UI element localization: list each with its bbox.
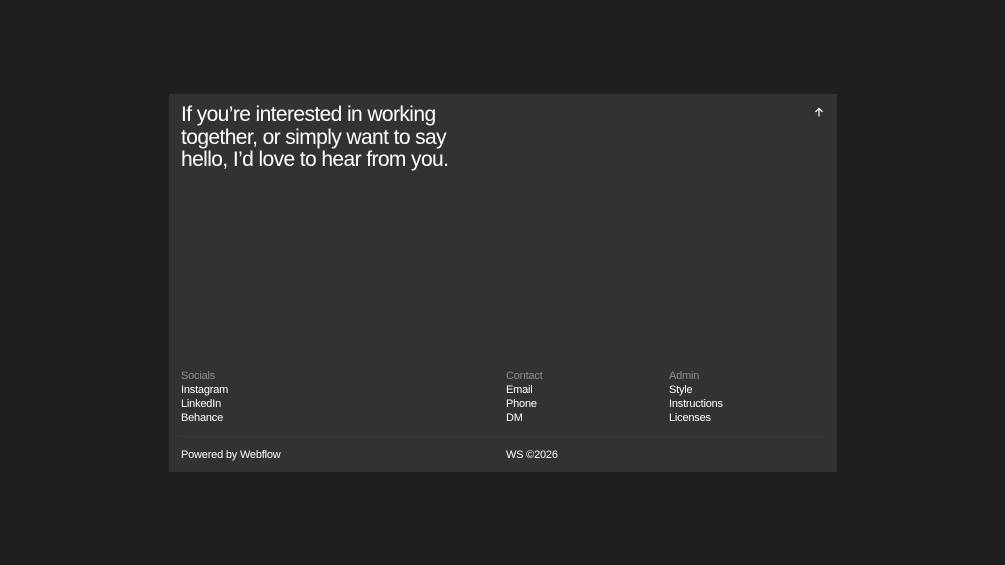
powered-by-webflow-link[interactable]: Powered by Webflow — [181, 448, 281, 462]
copyright-text: WS ©2026 — [506, 449, 558, 461]
admin-column: Admin Style Instructions Licenses — [669, 369, 723, 425]
footer-panel: If you’re interested in working together… — [169, 94, 837, 472]
linkedin-link[interactable]: LinkedIn — [181, 397, 228, 411]
admin-heading: Admin — [669, 370, 700, 382]
style-link[interactable]: Style — [669, 383, 723, 397]
back-to-top-button[interactable] — [811, 104, 827, 120]
contact-heading: Contact — [506, 370, 543, 382]
behance-link[interactable]: Behance — [181, 411, 228, 425]
footer-divider — [181, 436, 825, 437]
contact-column: Contact Email Phone DM — [506, 369, 543, 425]
contact-headline: If you’re interested in working together… — [181, 103, 449, 171]
phone-link[interactable]: Phone — [506, 397, 543, 411]
licenses-link[interactable]: Licenses — [669, 411, 723, 425]
instagram-link[interactable]: Instagram — [181, 383, 228, 397]
arrow-up-icon — [815, 107, 823, 117]
email-link[interactable]: Email — [506, 383, 543, 397]
instructions-link[interactable]: Instructions — [669, 397, 723, 411]
socials-heading: Socials — [181, 370, 216, 382]
socials-column: Socials Instagram LinkedIn Behance — [181, 369, 228, 425]
dm-link[interactable]: DM — [506, 411, 543, 425]
